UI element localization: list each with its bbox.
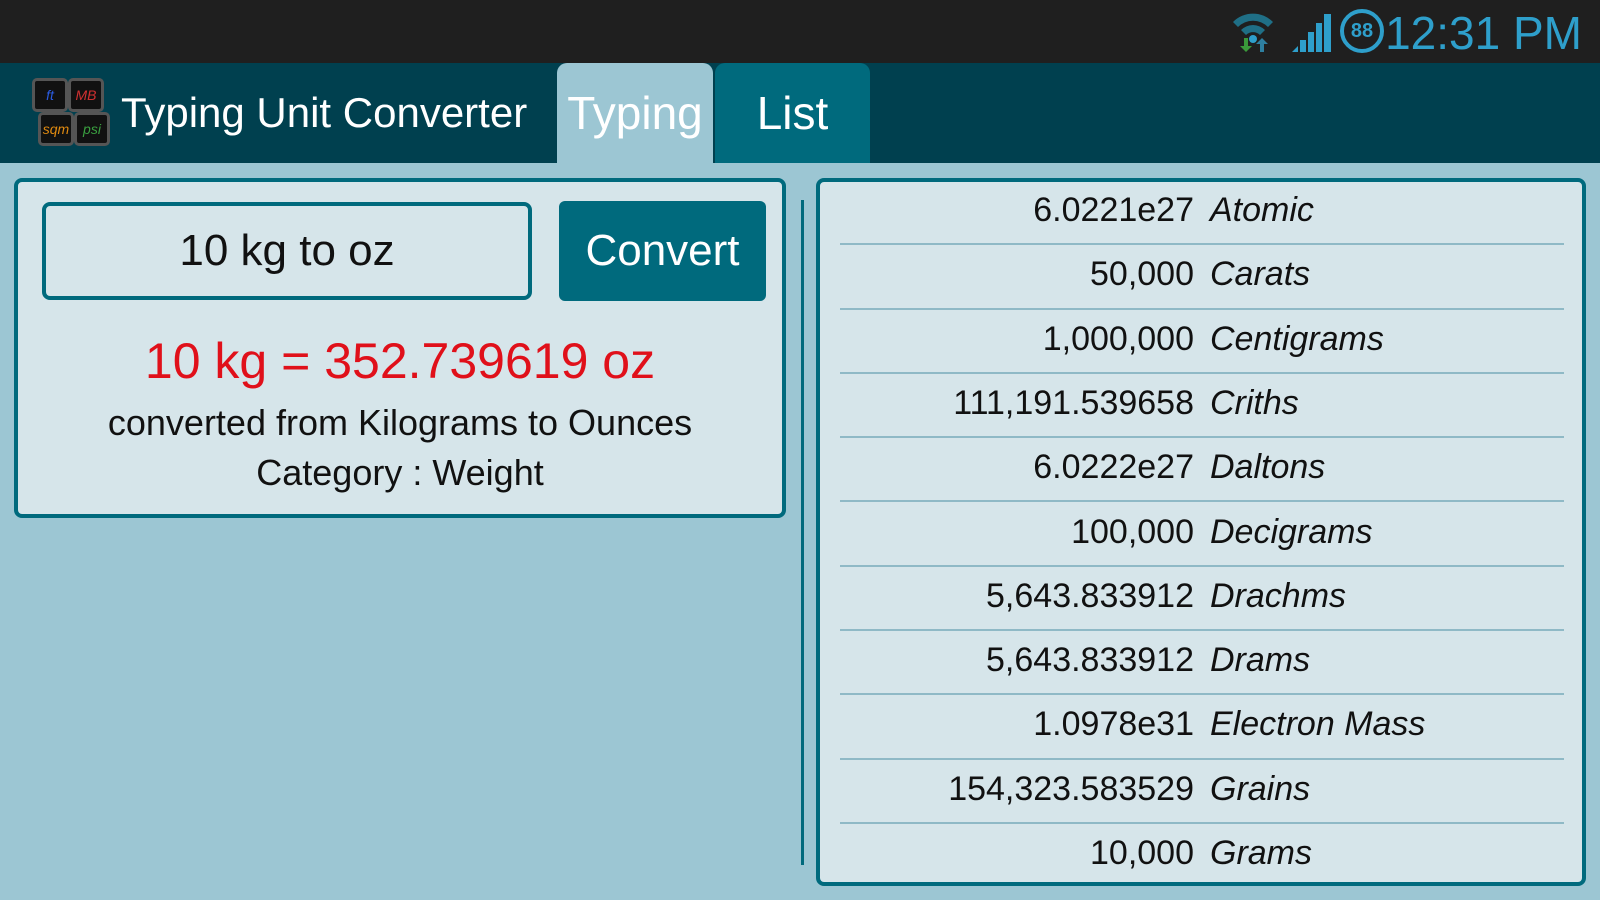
conversion-description: converted from Kilograms to Ounces	[107, 402, 693, 443]
list-item-value: 5,643.833912	[986, 576, 1194, 615]
clock: 12:31 PM	[1385, 7, 1582, 59]
tab-list[interactable]: List	[715, 63, 870, 163]
logo-key: sqm	[38, 112, 74, 146]
list-item[interactable]: 10,000 Grams	[840, 824, 1564, 882]
list-item[interactable]: 1.0978e31 Electron Mass	[840, 695, 1564, 760]
wifi-icon	[1233, 13, 1273, 52]
list-item[interactable]: 5,643.833912 Drachms	[840, 567, 1564, 632]
list-item[interactable]: 154,323.583529 Grains	[840, 760, 1564, 824]
tab-typing[interactable]: Typing	[557, 63, 713, 163]
list-item[interactable]: 1,000,000 Centigrams	[840, 310, 1564, 374]
logo-key: ft	[32, 78, 68, 112]
list-item-unit: Drams	[1210, 641, 1311, 680]
list-item-value: 1,000,000	[1042, 319, 1194, 358]
app-logo: ft MB sqm psi	[32, 78, 112, 148]
list-item-unit: Grams	[1210, 834, 1312, 872]
list-item-unit: Daltons	[1210, 448, 1326, 487]
list-item[interactable]: 6.0222e27 Daltons	[840, 438, 1564, 503]
action-bar: ft MB sqm psi Typing Unit Converter Typi…	[0, 63, 1600, 163]
list-item[interactable]: 111,191.539658 Criths	[840, 374, 1564, 439]
list-item-value: 111,191.539658	[953, 383, 1194, 422]
list-item-unit: Carats	[1210, 255, 1311, 294]
battery-icon: 88	[1340, 9, 1384, 53]
list-item-value: 6.0222e27	[1033, 448, 1194, 487]
convert-button[interactable]: Convert	[559, 201, 766, 301]
signal-icon	[1292, 14, 1331, 52]
list-item-value: 100,000	[1071, 512, 1194, 551]
list-item-unit: Electron Mass	[1210, 705, 1426, 744]
list-item[interactable]: 50,000 Carats	[840, 245, 1564, 310]
list-item[interactable]: 6.0221e27 Atomic	[840, 182, 1564, 246]
list-item-value: 154,323.583529	[948, 769, 1194, 808]
list-item-unit: Centigrams	[1210, 319, 1384, 358]
list-item-value: 50,000	[1090, 255, 1194, 294]
list-item[interactable]: 5,643.833912 Drams	[840, 631, 1564, 696]
list-item-unit: Atomic	[1210, 191, 1314, 229]
status-bar: 88 12:31 PM	[0, 0, 1600, 63]
logo-key: MB	[68, 78, 104, 112]
list-item[interactable]: 100,000 Decigrams	[840, 503, 1564, 567]
conversion-category: Category : Weight	[256, 452, 544, 493]
conversion-result: 10 kg = 352.739619 oz	[144, 333, 656, 389]
list-item-value: 6.0221e27	[1033, 191, 1194, 229]
list-item-unit: Decigrams	[1210, 512, 1373, 551]
list-item-value: 5,643.833912	[986, 641, 1194, 680]
list-item-unit: Drachms	[1210, 576, 1347, 615]
app-title: Typing Unit Converter	[121, 89, 528, 136]
list-item-value: 1.0978e31	[1033, 705, 1194, 744]
list-item-unit: Criths	[1210, 383, 1299, 422]
typing-panel: Convert 10 kg = 352.739619 oz converted …	[14, 178, 786, 518]
logo-key: psi	[74, 112, 110, 146]
panel-divider	[801, 200, 804, 865]
list-item-unit: Grains	[1210, 769, 1311, 808]
list-item-value: 10,000	[1090, 834, 1194, 872]
results-list[interactable]: 6.0221e27 Atomic 50,000 Carats 1,000,000 Cent…	[816, 178, 1586, 886]
conversion-input[interactable]	[42, 202, 532, 300]
